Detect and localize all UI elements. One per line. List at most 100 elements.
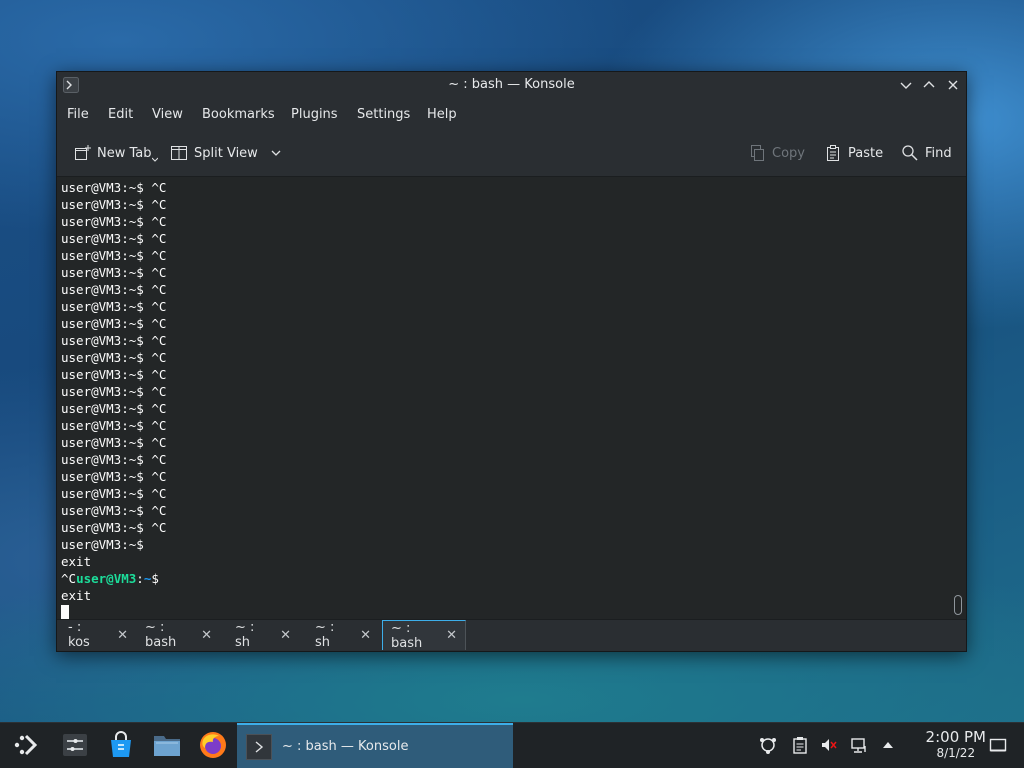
close-button[interactable] xyxy=(945,77,961,93)
new-tab-icon xyxy=(75,145,91,160)
prompt-text: user@VM3:~$ xyxy=(61,333,144,348)
menu-help[interactable]: Help xyxy=(427,107,457,122)
ctrl-c-line: user@VM3:~$ ^C xyxy=(61,247,166,264)
ctrl-c-line: user@VM3:~$ ^C xyxy=(61,349,166,366)
ctrl-c-line: user@VM3:~$ ^C xyxy=(61,400,166,417)
dropdown-arrow-icon xyxy=(151,157,158,162)
ctrl-c-text: ^C xyxy=(151,367,167,382)
paste-icon xyxy=(827,145,839,161)
prompt-text: user@VM3:~$ xyxy=(61,418,144,433)
prompt-text: user@VM3:~$ xyxy=(61,231,144,246)
prompt-text: user@VM3:~$ xyxy=(61,469,144,484)
wired-network-icon xyxy=(851,738,866,753)
prompt-text: user@VM3:~$ xyxy=(61,401,144,416)
window-title: ~ : bash — Konsole xyxy=(448,77,575,92)
close-tab-icon[interactable]: ✕ xyxy=(201,628,212,643)
tab-kos[interactable]: - : kos ✕ xyxy=(60,620,136,650)
tab-sh-2[interactable]: ~ : sh ✕ xyxy=(307,620,379,650)
ctrl-c-line: user@VM3:~$ ^C xyxy=(61,366,166,383)
menu-bookmarks[interactable]: Bookmarks xyxy=(202,107,275,122)
prompt-text: user@VM3:~$ xyxy=(61,503,144,518)
minimize-button[interactable] xyxy=(898,77,914,93)
lone-prompt-line: user@VM3:~$ xyxy=(61,536,166,553)
ctrl-c-text: ^C xyxy=(151,214,167,229)
ctrl-c-text: ^C xyxy=(151,452,167,467)
konsole-window: ~ : bash — Konsole File Edit View Bookma… xyxy=(56,71,967,652)
prompt-text: user@VM3:~$ xyxy=(61,384,144,399)
menu-edit[interactable]: Edit xyxy=(108,107,133,122)
tab-sh-1[interactable]: ~ : sh ✕ xyxy=(227,620,299,650)
paste-label: Paste xyxy=(848,145,884,161)
close-tab-icon[interactable]: ✕ xyxy=(446,628,457,643)
volume-tray[interactable] xyxy=(819,735,839,755)
show-desktop-button[interactable] xyxy=(988,735,1008,755)
ctrl-c-prefix: ^C xyxy=(61,571,77,586)
kde-connect-tray[interactable] xyxy=(758,735,778,755)
search-icon xyxy=(902,145,918,161)
ctrl-c-text: ^C xyxy=(151,333,167,348)
file-manager-launcher[interactable] xyxy=(150,729,184,761)
digital-clock[interactable]: 2:00 PM 8/1/22 xyxy=(926,729,986,761)
ctrl-c-line: user@VM3:~$ ^C xyxy=(61,264,166,281)
find-button[interactable]: Find xyxy=(901,143,952,163)
new-tab-button[interactable]: New Tab xyxy=(73,143,158,163)
ctrl-c-line: user@VM3:~$ ^C xyxy=(61,213,166,230)
paste-button[interactable]: Paste xyxy=(824,143,883,163)
split-view-icon xyxy=(171,146,187,160)
prompt-dollar: $ xyxy=(151,571,159,586)
ctrl-c-line: user@VM3:~$ ^C xyxy=(61,230,166,247)
network-tray[interactable] xyxy=(849,735,869,755)
chevron-down-icon[interactable] xyxy=(270,147,282,159)
clipboard-tray[interactable] xyxy=(790,735,810,755)
menu-plugins[interactable]: Plugins xyxy=(291,107,338,122)
volume-muted-icon xyxy=(822,739,837,751)
shopping-bag-icon xyxy=(111,731,131,757)
menu-view[interactable]: View xyxy=(152,107,183,122)
ctrl-c-line: user@VM3:~$ ^C xyxy=(61,281,166,298)
colored-prompt-line: ^Cuser@VM3:~$ xyxy=(61,570,166,587)
prompt-text: user@VM3:~$ xyxy=(61,537,144,552)
arrow-up-icon xyxy=(883,742,893,748)
ctrl-c-line: user@VM3:~$ ^C xyxy=(61,519,166,536)
close-tab-icon[interactable]: ✕ xyxy=(280,628,291,643)
ctrl-c-text: ^C xyxy=(151,180,167,195)
new-tab-label: New Tab xyxy=(97,145,152,161)
ctrl-c-text: ^C xyxy=(151,435,167,450)
menu-settings[interactable]: Settings xyxy=(357,107,410,122)
prompt-text: user@VM3:~$ xyxy=(61,350,144,365)
terminal-view[interactable]: user@VM3:~$ ^C user@VM3:~$ ^C user@VM3:~$ … xyxy=(57,177,966,621)
menu-file[interactable]: File xyxy=(67,107,89,122)
ctrl-c-text: ^C xyxy=(151,350,167,365)
system-settings-launcher[interactable] xyxy=(59,729,91,761)
clock-date: 8/1/22 xyxy=(936,746,976,760)
scrollbar-thumb[interactable] xyxy=(954,595,962,615)
settings-icon xyxy=(63,734,87,756)
ctrl-c-line: user@VM3:~$ ^C xyxy=(61,502,166,519)
ctrl-c-line: user@VM3:~$ ^C xyxy=(61,468,166,485)
tab-label: ~ : sh xyxy=(235,620,255,650)
tray-expander[interactable] xyxy=(878,735,898,755)
network-share-icon xyxy=(760,738,776,754)
application-launcher[interactable] xyxy=(10,729,42,761)
firefox-launcher[interactable] xyxy=(197,729,229,761)
ctrl-c-line: user@VM3:~$ ^C xyxy=(61,298,166,315)
ctrl-c-line: user@VM3:~$ ^C xyxy=(61,434,166,451)
title-bar[interactable]: ~ : bash — Konsole xyxy=(57,72,966,99)
close-tab-icon[interactable]: ✕ xyxy=(117,628,128,643)
prompt-text: user@VM3:~$ xyxy=(61,265,144,280)
ctrl-c-text: ^C xyxy=(151,299,167,314)
ctrl-c-line: user@VM3:~$ ^C xyxy=(61,417,166,434)
tab-bash-1[interactable]: ~ : bash ✕ xyxy=(137,620,220,650)
prompt-text: user@VM3:~$ xyxy=(61,282,144,297)
copy-button[interactable]: Copy xyxy=(748,143,805,163)
close-tab-icon[interactable]: ✕ xyxy=(360,628,371,643)
tab-bash-active[interactable]: ~ : bash ✕ xyxy=(382,620,466,651)
task-konsole[interactable]: ~ : bash — Konsole xyxy=(237,723,513,768)
tab-label: ~ : sh xyxy=(315,620,335,650)
ctrl-c-line: user@VM3:~$ ^C xyxy=(61,332,166,349)
discover-launcher[interactable] xyxy=(105,729,137,761)
terminal-output: user@VM3:~$ ^C user@VM3:~$ ^C user@VM3:~$ … xyxy=(61,179,166,621)
split-view-button[interactable]: Split View xyxy=(170,143,282,163)
prompt-text: user@VM3:~$ xyxy=(61,435,144,450)
maximize-button[interactable] xyxy=(921,77,937,93)
